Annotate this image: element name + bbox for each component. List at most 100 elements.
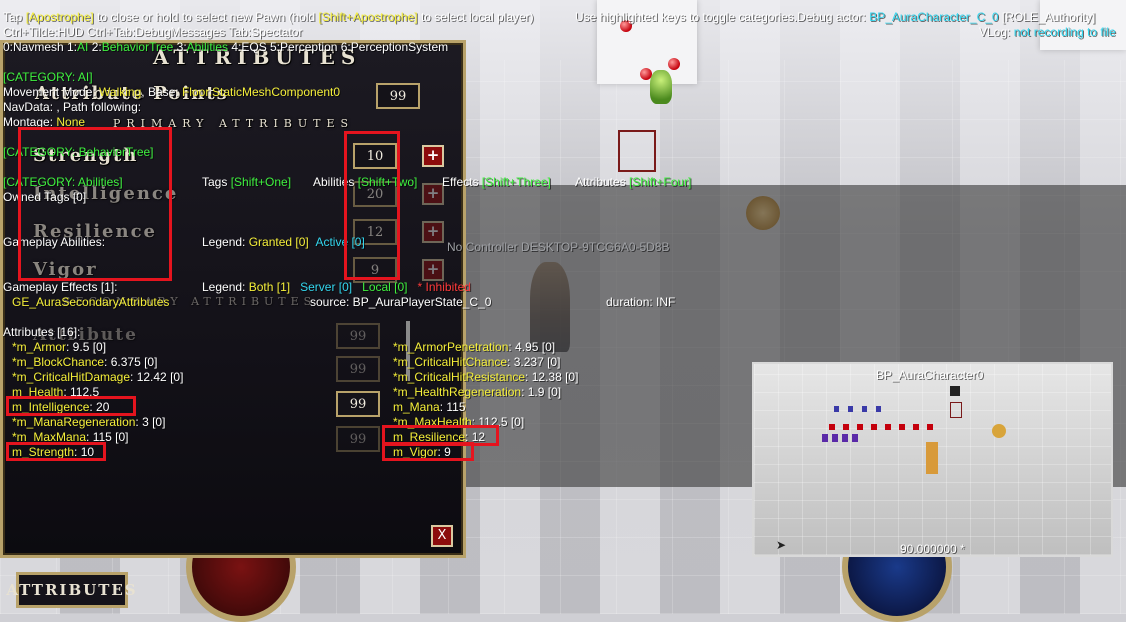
increase-vigor-button[interactable]: + — [422, 259, 444, 281]
debug-text: Legend: — [202, 235, 249, 249]
debug-text: Effects — [442, 175, 482, 189]
toggle-attributes-key[interactable]: [Shift+Four] — [629, 175, 691, 189]
no-controller-label: No Controller DESKTOP-9TCG6A0-5D8B — [447, 240, 670, 254]
debug-header-line2: Ctrl+Tilde:HUD Ctrl+Tab:DebugMessages Ta… — [3, 25, 303, 39]
attribute-row: *m_CriticalHitResistance: 12.38 [0] — [393, 370, 578, 384]
minimap-orb-markers — [829, 424, 939, 430]
toggle-tags-key[interactable]: [Shift+One] — [231, 175, 291, 189]
close-attribute-menu-button[interactable]: X — [431, 525, 453, 547]
category-ai-title: [CATEGORY: AI] — [3, 70, 93, 84]
vlog-value: not recording to file — [1013, 25, 1116, 39]
attribute-value: : 9.5 [0] — [66, 340, 107, 354]
debug-text: Attributes — [575, 175, 630, 189]
toggle-effects-key[interactable]: [Shift+Three] — [482, 175, 551, 189]
vlog-status: VLog: not recording to file — [979, 25, 1116, 39]
gameplay-effects-label: Gameplay Effects [1]: — [3, 280, 118, 294]
base-value: Floor.StaticMeshComponent0 — [181, 85, 341, 99]
category-abilities[interactable]: Abilities — [187, 40, 228, 54]
debug-minimap: BP_AuraCharacter0 ➤ 90.000000 * — [752, 362, 1113, 557]
debug-key: [Shift+Apostrophe] — [318, 10, 418, 24]
minimap-enemy-markers — [834, 406, 884, 412]
debug-header-hint: Use highlighted keys to toggle categorie… — [575, 10, 1095, 24]
attribute-name: *m_CriticalHitDamage — [12, 370, 131, 384]
legend-granted: Granted [0] — [248, 235, 309, 249]
debug-text: 0:Navmesh 1: — [3, 40, 78, 54]
debug-text: 3: — [173, 40, 187, 54]
minimap-player — [926, 442, 938, 474]
attribute-value: : 3 [0] — [135, 415, 166, 429]
attribute-name: *m_CriticalHitChance — [393, 355, 508, 369]
secondary-value: 99 — [336, 426, 380, 452]
debug-text: Tap — [3, 10, 26, 24]
attribute-name: *m_ManaRegeneration — [12, 415, 136, 429]
attribute-value: : 1.9 [0] — [521, 385, 562, 399]
attribute-name: *m_BlockChance — [12, 355, 105, 369]
minimap-enemy-markers — [822, 434, 862, 442]
debug-text: , Base: — [141, 85, 182, 99]
attribute-row: *m_ArmorPenetration: 4.95 [0] — [393, 340, 555, 354]
highlight-vigor — [382, 442, 474, 461]
movement-value: Walking — [99, 85, 142, 99]
debug-text: Use highlighted keys to toggle categorie… — [575, 10, 798, 24]
abilities-toggle-attributes: Attributes [Shift+Four] — [575, 175, 691, 189]
debug-text: to close or hold to select new Pawn (hol… — [93, 10, 319, 24]
debug-text: 2: — [88, 40, 102, 54]
abilities-toggle-effects: Effects [Shift+Three] — [442, 175, 551, 189]
health-orb-pickup — [668, 58, 680, 70]
attribute-value: : 12.38 [0] — [525, 370, 579, 384]
highlight-primary-labels — [18, 127, 172, 281]
highlight-intelligence — [6, 396, 136, 416]
navdata-line: NavData: , Path following: — [3, 100, 142, 114]
highlight-primary-values — [344, 131, 400, 280]
effect-name: GE_AuraSecondaryAttributes — [12, 295, 170, 309]
attribute-row: *m_CriticalHitDamage: 12.42 [0] — [12, 370, 183, 384]
attributes-count: Attributes [16]: — [3, 325, 81, 339]
movement-mode: Movement Mode: Walking, Base: Floor.Stat… — [3, 85, 340, 99]
effect-duration: duration: INF — [606, 295, 676, 309]
increase-strength-button[interactable]: + — [422, 145, 444, 167]
attribute-row: *m_BlockChance: 6.375 [0] — [12, 355, 157, 369]
increase-intelligence-button[interactable]: + — [422, 183, 444, 205]
debug-actor-role: [ROLE_Authority] — [998, 10, 1096, 24]
attribute-row: *m_HealthRegeneration: 1.9 [0] — [393, 385, 561, 399]
legend-local: Local [0] — [362, 280, 408, 294]
attribute-name: m_Mana — [393, 400, 440, 414]
secondary-value: 99 — [336, 323, 380, 349]
debug-text: VLog: — [979, 25, 1014, 39]
increase-resilience-button[interactable]: + — [422, 221, 444, 243]
legend-both: Both [1] — [248, 280, 291, 294]
attribute-row: *m_Armor: 9.5 [0] — [12, 340, 106, 354]
debug-text: 4:EQS 5:Perception 6:PerceptionSystem — [228, 40, 449, 54]
attribute-name: *m_HealthRegeneration — [393, 385, 522, 399]
goblin-enemy — [650, 70, 672, 104]
attribute-row: *m_ManaRegeneration: 3 [0] — [12, 415, 165, 429]
category-behaviortree[interactable]: BehaviorTree — [102, 40, 174, 54]
attributes-menu-button[interactable]: ATTRIBUTES — [6, 572, 136, 608]
debug-text: Debug actor: — [797, 10, 870, 24]
category-ai[interactable]: AI — [77, 40, 88, 54]
debug-text: Tags — [202, 175, 231, 189]
legend-server: Server [0] — [300, 280, 353, 294]
minimap-shield — [992, 424, 1006, 438]
debug-categories: 0:Navmesh 1:AI 2:BehaviorTree 3:Abilitie… — [3, 40, 448, 54]
debug-text: Legend: — [202, 280, 249, 294]
minimap-crate — [950, 402, 962, 418]
minimap-marker — [950, 386, 960, 396]
attribute-value: : 3.237 [0] — [507, 355, 561, 369]
abilities-toggle-bar: Tags [Shift+One] — [202, 175, 291, 189]
secondary-value: 99 — [336, 356, 380, 382]
debug-header-line1: Tap [Apostrophe] to close or hold to sel… — [3, 10, 534, 24]
attribute-row: m_Mana: 115 — [393, 400, 466, 414]
debug-actor-name: BP_AuraCharacter_C_0 — [869, 10, 999, 24]
highlight-strength — [6, 442, 106, 461]
attribute-value: : 12.42 [0] — [130, 370, 184, 384]
effect-source: source: BP_AuraPlayerState_C_0 — [310, 295, 492, 309]
abilities-legend: Legend: Granted [0] Active [0] — [202, 235, 365, 249]
attribute-name: *m_ArmorPenetration — [393, 340, 509, 354]
attribute-value: : 6.375 [0] — [104, 355, 158, 369]
secondary-value: 99 — [336, 391, 380, 417]
attribute-name: *m_Armor — [12, 340, 67, 354]
attribute-points-value: 99 — [376, 83, 420, 109]
attribute-value: : 4.95 [0] — [508, 340, 556, 354]
effects-legend: Legend: Both [1] Server [0] Local [0] * … — [202, 280, 471, 294]
